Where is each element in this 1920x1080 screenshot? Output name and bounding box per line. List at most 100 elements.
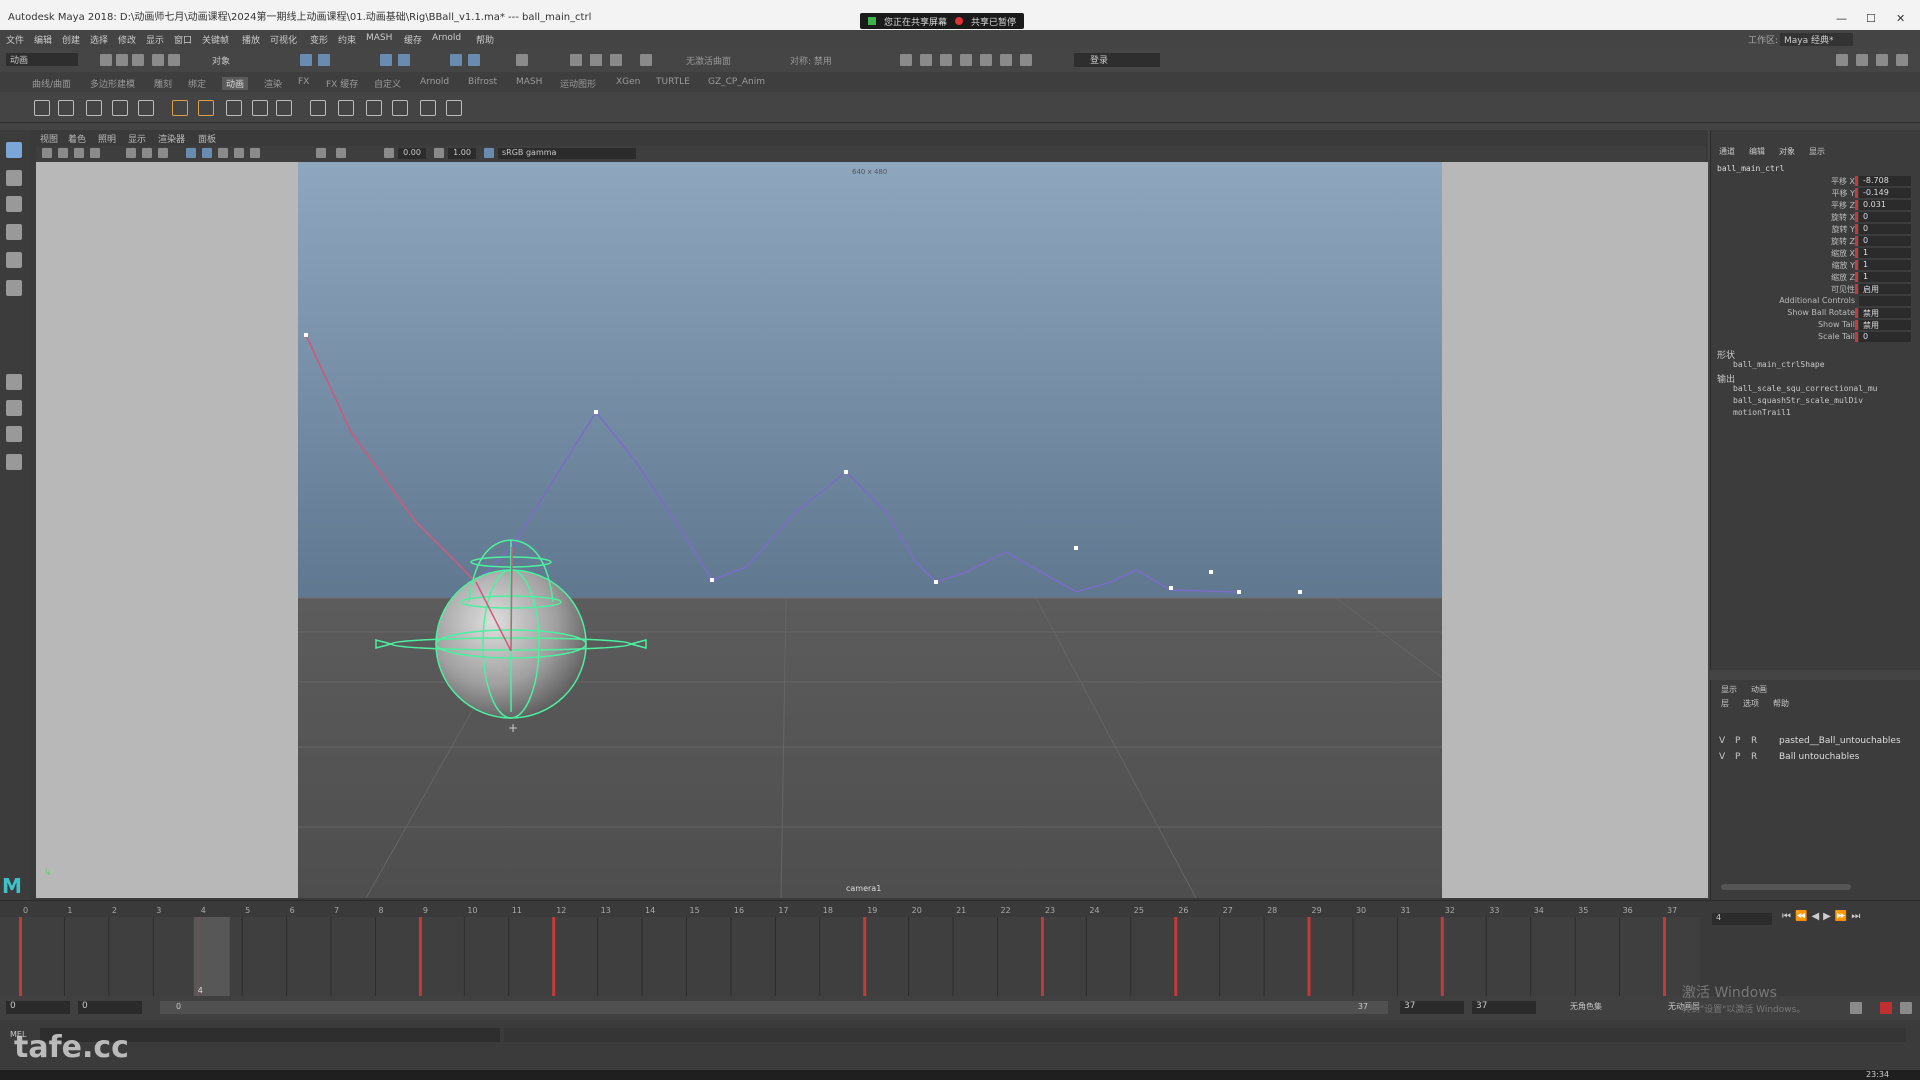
go-to-start-icon[interactable]: ⏮ xyxy=(1782,911,1795,922)
isolate-select-icon[interactable] xyxy=(316,148,326,158)
symmetry-label[interactable]: 对称: 禁用 xyxy=(790,54,832,67)
shelf-tab-sculpt[interactable]: 雕刻 xyxy=(154,77,172,90)
close-icon[interactable]: ✕ xyxy=(1896,12,1905,25)
snap-grid-icon[interactable] xyxy=(450,54,462,66)
grid-toggle-icon[interactable] xyxy=(126,148,136,158)
shelf-tab-rendering[interactable]: 渲染 xyxy=(264,77,282,90)
ghost-icon[interactable] xyxy=(34,100,50,116)
textured-icon[interactable] xyxy=(218,148,228,158)
shelf-tab-gz-cp-anim[interactable]: GZ_CP_Anim xyxy=(708,77,765,87)
pause-icon[interactable] xyxy=(1020,54,1032,66)
channel-box-tab-edit[interactable]: 编辑 xyxy=(1749,146,1765,157)
attribute-editor-icon[interactable] xyxy=(1856,54,1868,66)
layer-menu-layers[interactable]: 层 xyxy=(1721,698,1729,709)
maximize-icon[interactable]: ☐ xyxy=(1866,12,1876,25)
anim-end-field[interactable]: 37 xyxy=(1400,1001,1464,1014)
key-translate-icon[interactable] xyxy=(198,100,214,116)
shelf-tab-mash[interactable]: MASH xyxy=(516,77,542,87)
selection-mode-label[interactable]: 对象 xyxy=(212,54,230,67)
viewport-menu-show[interactable]: 显示 xyxy=(128,132,146,145)
channel-box-tab-show[interactable]: 显示 xyxy=(1809,146,1825,157)
preferences-icon[interactable] xyxy=(1900,1002,1912,1014)
viewport-menu-lighting[interactable]: 照明 xyxy=(98,132,116,145)
character-set-dropdown[interactable]: 无角色集 xyxy=(1570,1001,1602,1012)
shelf-tab-turtle[interactable]: TURTLE xyxy=(656,77,690,87)
select-by-object-icon[interactable] xyxy=(318,54,330,66)
render-current-icon[interactable] xyxy=(920,54,932,66)
shelf-tab-fx[interactable]: FX xyxy=(298,77,309,87)
menu-select[interactable]: 选择 xyxy=(90,33,108,46)
constraint-parent-icon[interactable] xyxy=(366,100,382,116)
channel-rotate-z[interactable]: 旋转 Z0 xyxy=(1711,236,1911,248)
ik-handle-icon[interactable] xyxy=(86,100,102,116)
gamma-field[interactable]: 1.00 xyxy=(448,148,476,159)
modeling-toolkit-icon[interactable] xyxy=(1836,54,1848,66)
shelf-tab-custom[interactable]: 自定义 xyxy=(374,77,401,90)
minimize-icon[interactable]: — xyxy=(1836,12,1847,25)
dope-sheet-icon[interactable] xyxy=(338,100,354,116)
viewport-menu-view[interactable]: 视图 xyxy=(40,132,58,145)
view-transform-dropdown[interactable]: sRGB gamma xyxy=(498,148,636,159)
bind-skin-icon[interactable] xyxy=(138,100,154,116)
menu-key[interactable]: 关键帧 xyxy=(202,33,229,46)
select-handle-icon[interactable] xyxy=(380,54,392,66)
channel-visibility[interactable]: 可见性 启用 xyxy=(1711,284,1911,296)
channel-translate-x[interactable]: 平移 X -8.708 xyxy=(1711,176,1911,188)
outliner-layout-icon[interactable] xyxy=(6,454,22,470)
viewport-menu-shading[interactable]: 着色 xyxy=(68,132,86,145)
login-button[interactable]: 登录 xyxy=(1074,53,1160,67)
rotate-tool-icon[interactable] xyxy=(6,252,22,268)
step-forward-key-icon[interactable]: ⏩ xyxy=(1835,911,1851,922)
layer-tab-anim[interactable]: 动画 xyxy=(1751,684,1767,695)
snap-surface-icon[interactable] xyxy=(610,54,622,66)
hypershade-icon[interactable] xyxy=(980,54,992,66)
film-gate-icon[interactable] xyxy=(142,148,152,158)
step-back-key-icon[interactable]: ⏪ xyxy=(1795,911,1811,922)
channel-box-icon[interactable] xyxy=(1896,54,1908,66)
constraint-orient-icon[interactable] xyxy=(420,100,436,116)
smooth-shade-icon[interactable] xyxy=(202,148,212,158)
select-tool-icon[interactable] xyxy=(6,142,22,158)
shelf-tab-bifrost[interactable]: Bifrost xyxy=(468,77,497,87)
redo-icon[interactable] xyxy=(168,54,180,66)
screen-share-banner[interactable]: 您正在共享屏幕 共享已暂停 xyxy=(860,13,1025,29)
menu-deform[interactable]: 变形 xyxy=(310,33,328,46)
shelf-tab-xgen[interactable]: XGen xyxy=(616,77,640,87)
snap-curve-icon[interactable] xyxy=(468,54,480,66)
open-scene-icon[interactable] xyxy=(116,54,128,66)
time-slider-ruler[interactable]: 0 1 2 3 4 5 6 7 8 9 10 11 12 13 14 15 16 17 18 19 20 21 22 23 24… xyxy=(0,901,1700,997)
lock-icon[interactable] xyxy=(516,54,528,66)
image-plane-icon[interactable] xyxy=(90,148,100,158)
undo-icon[interactable] xyxy=(152,54,164,66)
shelf-tab-fx-cache[interactable]: FX 缓存 xyxy=(326,77,358,90)
play-forward-icon[interactable]: ▶ xyxy=(1823,911,1835,922)
channel-rotate-x[interactable]: 旋转 X0 xyxy=(1711,212,1911,224)
channel-scale-tail[interactable]: Scale Tail 0 xyxy=(1711,332,1911,344)
magnet-icon[interactable] xyxy=(640,54,652,66)
exposure-field[interactable]: 0.00 xyxy=(398,148,426,159)
lasso-tool-icon[interactable] xyxy=(6,170,22,186)
live-surface-label[interactable]: 无激活曲面 xyxy=(686,54,731,67)
exposure-icon[interactable] xyxy=(384,148,394,158)
menu-windows[interactable]: 窗口 xyxy=(174,33,192,46)
channel-show-tail[interactable]: Show Tail 禁用 xyxy=(1711,320,1911,332)
go-to-end-icon[interactable]: ⏭ xyxy=(1851,911,1864,922)
key-rotate-icon[interactable] xyxy=(226,100,242,116)
layer-row[interactable]: V P R Ball untouchables xyxy=(1719,752,1915,766)
menu-create[interactable]: 创建 xyxy=(62,33,80,46)
viewport-menu-renderer[interactable]: 渲染器 xyxy=(158,132,185,145)
menu-cache[interactable]: 缓存 xyxy=(404,33,422,46)
snap-point-icon[interactable] xyxy=(570,54,582,66)
output-node[interactable]: motionTrail1 xyxy=(1733,408,1913,417)
bookmark-icon[interactable] xyxy=(74,148,84,158)
layer-tab-display[interactable]: 显示 xyxy=(1721,684,1737,695)
save-scene-icon[interactable] xyxy=(132,54,144,66)
render-view-icon[interactable] xyxy=(900,54,912,66)
resolution-gate-icon[interactable] xyxy=(158,148,168,158)
shelf-tab-arnold[interactable]: Arnold xyxy=(420,77,449,87)
shelf-tab-animation[interactable]: 动画 xyxy=(222,77,249,90)
menu-modify[interactable]: 修改 xyxy=(118,33,136,46)
menu-edit[interactable]: 编辑 xyxy=(34,33,52,46)
four-view-icon[interactable] xyxy=(6,400,22,416)
constraint-point-icon[interactable] xyxy=(392,100,408,116)
